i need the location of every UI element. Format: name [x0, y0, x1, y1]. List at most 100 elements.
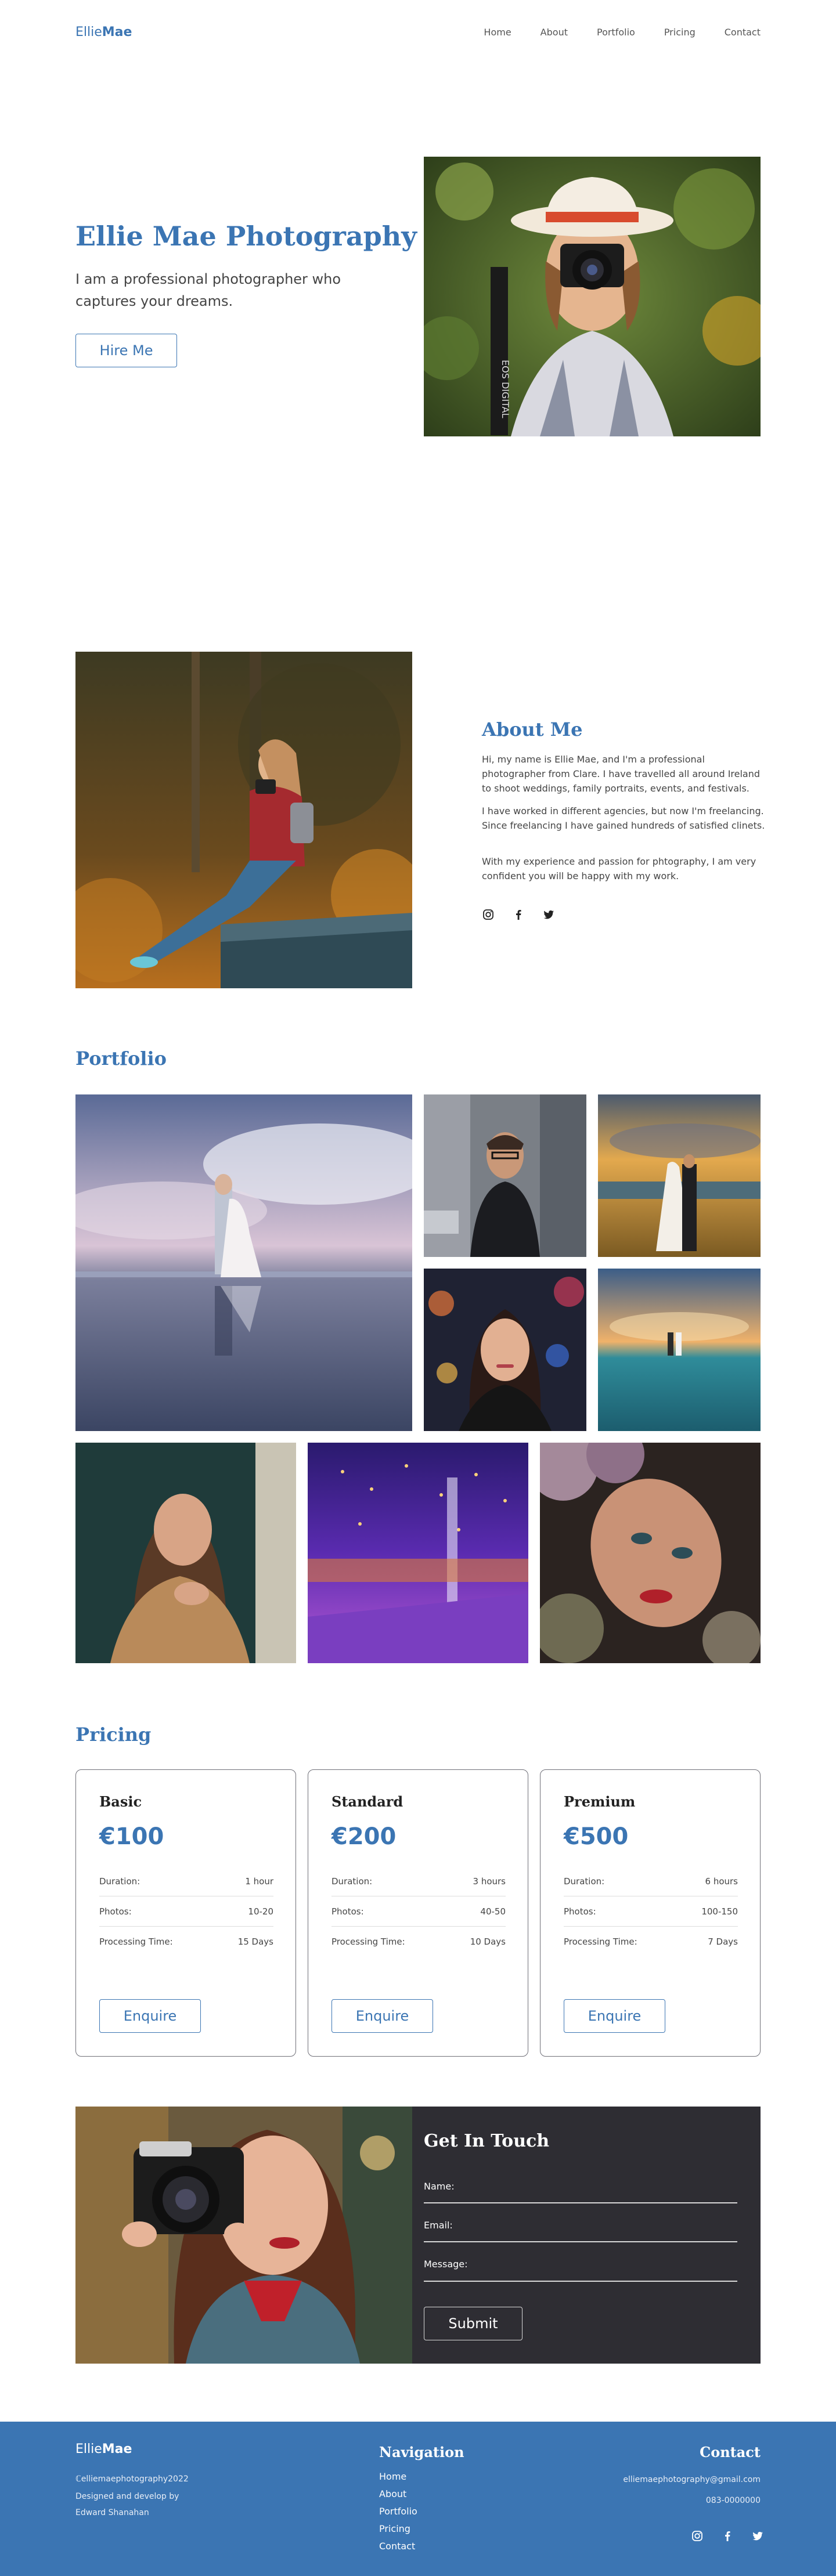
footer-credit-1: Designed and develop by: [75, 2492, 179, 2501]
footer-copyright: ℂelliemaephotography2022: [75, 2474, 189, 2484]
footer-phone: 083-0000000: [705, 2496, 761, 2505]
processing-label: Processing Time:: [564, 1936, 637, 1947]
name-field[interactable]: [424, 2202, 737, 2203]
processing-value: 7 Days: [708, 1936, 738, 1947]
contact-form-panel: Get In Touch Name: Email: Message: Submi…: [412, 2107, 761, 2364]
duration-label: Duration:: [564, 1876, 605, 1887]
plan-photos-row: Photos: 100-150: [564, 1896, 738, 1927]
portfolio-photo-man-glasses[interactable]: [424, 1094, 586, 1257]
logo-light-text: Ellie: [75, 24, 102, 39]
about-photo: [75, 652, 412, 988]
submit-button[interactable]: Submit: [424, 2307, 522, 2340]
enquire-button-premium[interactable]: Enquire: [564, 1999, 665, 2033]
message-field[interactable]: [424, 2281, 737, 2282]
processing-value: 10 Days: [470, 1936, 506, 1947]
logo-bold-text: Mae: [102, 24, 132, 39]
plan-duration-row: Duration: 1 hour: [99, 1866, 273, 1896]
footer-nav-about[interactable]: About: [379, 2485, 417, 2503]
site-footer: EllieMae ℂelliemaephotography2022 Design…: [0, 2422, 836, 2576]
photos-value: 100-150: [701, 1906, 738, 1917]
plan-price: €500: [564, 1823, 629, 1850]
pricing-title: Pricing: [75, 1724, 152, 1746]
email-field[interactable]: [424, 2241, 737, 2242]
plan-photos-row: Photos: 10-20: [99, 1896, 273, 1927]
footer-email[interactable]: elliemaephotography@gmail.com: [623, 2472, 761, 2488]
plan-name: Basic: [99, 1793, 142, 1810]
pricing-card-premium: Premium €500 Duration: 6 hours Photos: 100…: [540, 1769, 761, 2057]
enquire-button-basic[interactable]: Enquire: [99, 1999, 201, 2033]
footer-nav-home[interactable]: Home: [379, 2468, 417, 2485]
plan-price: €200: [331, 1823, 397, 1850]
duration-value: 6 hours: [705, 1876, 738, 1887]
email-label: Email:: [424, 2220, 453, 2231]
photos-value: 40-50: [480, 1906, 506, 1917]
svg-text:EOS DIGITAL: EOS DIGITAL: [500, 360, 511, 418]
photos-label: Photos:: [331, 1906, 364, 1917]
processing-value: 15 Days: [237, 1936, 273, 1947]
plan-duration-row: Duration: 3 hours: [331, 1866, 506, 1896]
plan-processing-row: Processing Time: 10 Days: [331, 1927, 506, 1957]
pricing-card-basic: Basic €100 Duration: 1 hour Photos: 10-20 …: [75, 1769, 296, 2057]
instagram-icon[interactable]: [691, 2530, 704, 2542]
footer-nav-pricing[interactable]: Pricing: [379, 2520, 417, 2538]
about-title: About Me: [482, 718, 583, 740]
contact-title: Get In Touch: [424, 2131, 550, 2151]
plan-name: Standard: [331, 1793, 403, 1810]
photos-label: Photos:: [99, 1906, 132, 1917]
site-header: EllieMae Home About Portfolio Pricing Co…: [75, 23, 761, 41]
enquire-button-standard[interactable]: Enquire: [331, 1999, 433, 2033]
instagram-icon[interactable]: [482, 908, 495, 921]
hero-subtitle: I am a professional photographer who cap…: [75, 271, 341, 309]
facebook-icon[interactable]: [721, 2530, 734, 2542]
plan-name: Premium: [564, 1793, 636, 1810]
footer-logo-light: Ellie: [75, 2442, 102, 2456]
nav-pricing[interactable]: Pricing: [664, 27, 696, 38]
plan-processing-row: Processing Time: 15 Days: [99, 1927, 273, 1957]
footer-credit-2: Edward Shanahan: [75, 2508, 149, 2517]
duration-value: 1 hour: [245, 1876, 273, 1887]
pricing-card-standard: Standard €200 Duration: 3 hours Photos: 40…: [308, 1769, 528, 2057]
facebook-icon[interactable]: [512, 908, 525, 921]
hero-photo: EOS DIGITAL: [424, 157, 761, 436]
portfolio-photo-woman-coat[interactable]: [75, 1443, 296, 1663]
hire-me-button[interactable]: Hire Me: [75, 334, 177, 367]
main-nav: Home About Portfolio Pricing Contact: [484, 27, 761, 38]
portfolio-photo-beach-couple[interactable]: [598, 1269, 761, 1431]
duration-label: Duration:: [331, 1876, 373, 1887]
portfolio-photo-sunset-couple[interactable]: [598, 1094, 761, 1257]
footer-nav-title: Navigation: [379, 2444, 464, 2461]
photos-value: 10-20: [248, 1906, 273, 1917]
portfolio-photo-event-venue[interactable]: [308, 1443, 528, 1663]
portfolio-photo-wedding-lake[interactable]: [75, 1094, 412, 1431]
about-paragraph-1: Hi, my name is Ellie Mae, and I'm a prof…: [482, 754, 761, 794]
site-logo[interactable]: EllieMae: [75, 25, 132, 39]
footer-logo[interactable]: EllieMae: [75, 2442, 132, 2456]
plan-duration-row: Duration: 6 hours: [564, 1866, 738, 1896]
processing-label: Processing Time:: [99, 1936, 173, 1947]
nav-contact[interactable]: Contact: [725, 27, 761, 38]
about-paragraph-3: With my experience and passion for phtog…: [482, 856, 756, 881]
nav-home[interactable]: Home: [484, 27, 511, 38]
twitter-icon[interactable]: [751, 2530, 764, 2542]
footer-nav-portfolio[interactable]: Portfolio: [379, 2503, 417, 2520]
plan-photos-row: Photos: 40-50: [331, 1896, 506, 1927]
processing-label: Processing Time:: [331, 1936, 405, 1947]
footer-nav-contact[interactable]: Contact: [379, 2538, 417, 2555]
nav-portfolio[interactable]: Portfolio: [597, 27, 635, 38]
hero-title: Ellie Mae Photography: [75, 221, 417, 252]
footer-social-links: [691, 2530, 764, 2542]
portfolio-photo-woman-flowers[interactable]: [540, 1443, 761, 1663]
about-paragraph-2: I have worked in different agencies, but…: [482, 805, 765, 831]
portfolio-photo-woman-city-lights[interactable]: [424, 1269, 586, 1431]
twitter-icon[interactable]: [542, 908, 555, 921]
duration-value: 3 hours: [473, 1876, 506, 1887]
plan-processing-row: Processing Time: 7 Days: [564, 1927, 738, 1957]
duration-label: Duration:: [99, 1876, 140, 1887]
portfolio-title: Portfolio: [75, 1047, 167, 1070]
photos-label: Photos:: [564, 1906, 596, 1917]
nav-about[interactable]: About: [540, 27, 568, 38]
footer-nav: Home About Portfolio Pricing Contact: [379, 2468, 417, 2555]
footer-contact-title: Contact: [700, 2444, 761, 2461]
footer-logo-bold: Mae: [102, 2442, 132, 2456]
contact-photo: [75, 2107, 412, 2364]
